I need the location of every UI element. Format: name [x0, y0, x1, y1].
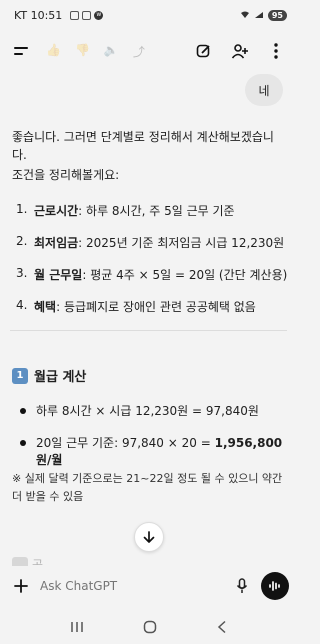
plus-icon — [14, 579, 28, 593]
assistant-intro: 좋습니다. 그러면 단계별로 정리해서 계산해보겠습니다. — [12, 130, 274, 162]
bullet-text: 하루 8시간 × 시급 12,230원 = 97,840원 — [36, 404, 259, 418]
list-item-text: : 평균 4주 × 5일 = 20일 (간단 계산용) — [82, 268, 288, 282]
scroll-down-button[interactable] — [134, 522, 164, 552]
notification-icons: w — [70, 10, 104, 20]
notification-icon — [82, 10, 92, 20]
microphone-button[interactable] — [231, 575, 253, 597]
bullet — [20, 440, 26, 446]
list-item-label: 혜택 — [34, 300, 57, 314]
microphone-icon — [236, 578, 248, 593]
list-item-label: 근로시간 — [34, 204, 79, 218]
battery-indicator: 95 — [267, 9, 287, 21]
list-number: 2. — [16, 234, 28, 248]
user-message-bubble: 네 — [245, 74, 283, 106]
list-item-text: : 하루 8시간, 주 5일 근무 기준 — [78, 204, 235, 218]
signal-icon — [254, 12, 263, 18]
bullet-text: 20일 근무 기준: 97,840 × 20 = — [36, 436, 215, 450]
more-options-icon[interactable] — [265, 40, 287, 62]
section-divider — [10, 330, 287, 331]
notification-icon — [70, 10, 80, 20]
status-bar: KT 10:51 w 95 — [0, 0, 297, 30]
wifi-icon — [240, 11, 249, 18]
home-icon[interactable] — [143, 620, 157, 634]
list-item: 4. 혜택: 등급폐지로 장애인 관련 공공혜택 없음 — [16, 298, 288, 330]
list-item: 2. 최저임금: 2025년 기준 최저임금 시급 12,230원 — [16, 234, 288, 266]
section-heading: 1 월급 계산 — [12, 366, 86, 385]
list-item-text: : 등급폐지로 장애인 관련 공공혜택 없음 — [56, 300, 256, 314]
list-number: 3. — [16, 266, 28, 280]
system-nav-bar — [0, 610, 297, 644]
bullet — [20, 408, 26, 414]
back-icon[interactable] — [217, 620, 227, 634]
list-item: 1. 근로시간: 하루 8시간, 주 5일 근무 기준 — [16, 202, 288, 234]
status-left: KT 10:51 w — [14, 8, 104, 22]
list-number: 1. — [16, 202, 28, 216]
conditions-intro: 조건을 정리해볼게요: — [12, 168, 120, 182]
thumbs-down-icon: 👎 — [74, 42, 90, 57]
app-actions — [193, 40, 287, 62]
waveform-icon — [269, 581, 280, 591]
composer-bar — [0, 566, 297, 606]
user-message-text: 네 — [258, 83, 270, 98]
calculation-list: 하루 8시간 × 시급 12,230원 = 97,840원 20일 근무 기준:… — [20, 402, 297, 467]
list-item: 하루 8시간 × 시급 12,230원 = 97,840원 — [20, 402, 297, 434]
add-person-icon[interactable] — [229, 40, 251, 62]
menu-icon[interactable] — [10, 40, 32, 62]
ask-input[interactable] — [40, 571, 231, 601]
add-attachment-button[interactable] — [8, 573, 34, 599]
status-right: 95 — [240, 9, 287, 21]
faded-message-actions: 👍 👎 🔈 ⤴ — [46, 43, 145, 60]
list-item-label: 월 근무일 — [34, 268, 83, 282]
keycap-number: 1 — [12, 367, 28, 384]
arrow-down-icon — [143, 531, 155, 543]
list-item: 20일 근무 기준: 97,840 × 20 = 1,956,800원/월 — [20, 434, 297, 467]
section-title: 월급 계산 — [34, 370, 87, 385]
list-item-label: 최저임금 — [34, 236, 79, 250]
speaker-icon: 🔈 — [103, 42, 119, 57]
list-item-text: : 2025년 기준 최저임금 시급 12,230원 — [78, 236, 285, 250]
thumbs-up-icon: 👍 — [46, 42, 61, 57]
list-number: 4. — [16, 298, 28, 312]
voice-mode-button[interactable] — [261, 572, 289, 600]
note-text: ※ 실제 달력 기준으로는 21~22일 정도 될 수 있으니 약간 더 받을 … — [12, 472, 283, 503]
app-bar: 👍 👎 🔈 ⤴ — [0, 30, 297, 72]
share-icon: ⤴ — [132, 44, 145, 59]
list-item: 3. 월 근무일: 평균 4주 × 5일 = 20일 (간단 계산용) — [16, 266, 288, 298]
new-chat-icon[interactable] — [193, 40, 215, 62]
recent-apps-icon[interactable] — [70, 621, 84, 633]
conditions-list: 1. 근로시간: 하루 8시간, 주 5일 근무 기준 2. 최저임금: 202… — [16, 202, 288, 330]
carrier-time: KT 10:51 — [14, 8, 63, 22]
app-notification-icon: w — [94, 10, 104, 20]
